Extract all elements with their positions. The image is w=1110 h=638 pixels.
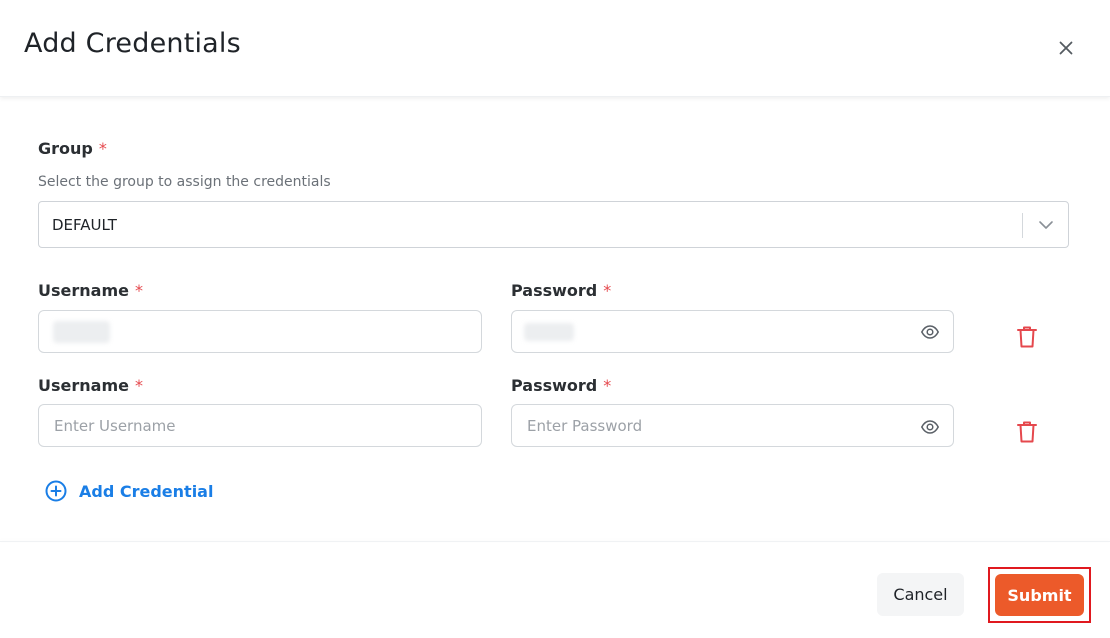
plus-circle-icon (45, 480, 67, 502)
eye-icon[interactable] (920, 417, 940, 437)
footer-divider (0, 541, 1110, 542)
dialog-title: Add Credentials (24, 28, 241, 59)
group-label-text: Group (38, 139, 93, 158)
username-label-1: Username * (38, 281, 143, 300)
username-label-text: Username (38, 376, 129, 395)
cancel-button[interactable]: Cancel (877, 573, 964, 616)
add-credential-label: Add Credential (79, 481, 214, 501)
dialog-header: Add Credentials (0, 0, 1110, 97)
password-input-1[interactable] (511, 310, 954, 353)
trash-icon[interactable] (1016, 325, 1038, 349)
password-label-1: Password * (511, 281, 611, 300)
password-label-text: Password (511, 376, 598, 395)
redacted-password (524, 323, 574, 341)
username-label-2: Username * (38, 376, 143, 395)
redacted-username (53, 321, 110, 343)
required-mark: * (134, 281, 143, 300)
username-label-text: Username (38, 281, 129, 300)
password-label-2: Password * (511, 376, 611, 395)
password-label-text: Password (511, 281, 598, 300)
group-hint: Select the group to assign the credentia… (38, 174, 331, 190)
close-icon[interactable] (1054, 36, 1078, 60)
chevron-down-icon[interactable] (1036, 215, 1056, 235)
trash-icon[interactable] (1016, 420, 1038, 444)
eye-icon[interactable] (920, 322, 940, 342)
group-select[interactable]: DEFAULT (38, 201, 1069, 248)
required-mark: * (134, 376, 143, 395)
username-input-2[interactable] (38, 404, 482, 447)
group-select-value: DEFAULT (52, 216, 117, 234)
required-mark: * (98, 139, 107, 158)
required-mark: * (603, 376, 612, 395)
add-credential-button[interactable]: Add Credential (44, 478, 213, 504)
password-input-2[interactable] (511, 404, 954, 447)
group-label: Group * (38, 139, 107, 158)
select-divider (1022, 213, 1023, 238)
submit-button[interactable]: Submit (995, 574, 1084, 616)
required-mark: * (603, 281, 612, 300)
